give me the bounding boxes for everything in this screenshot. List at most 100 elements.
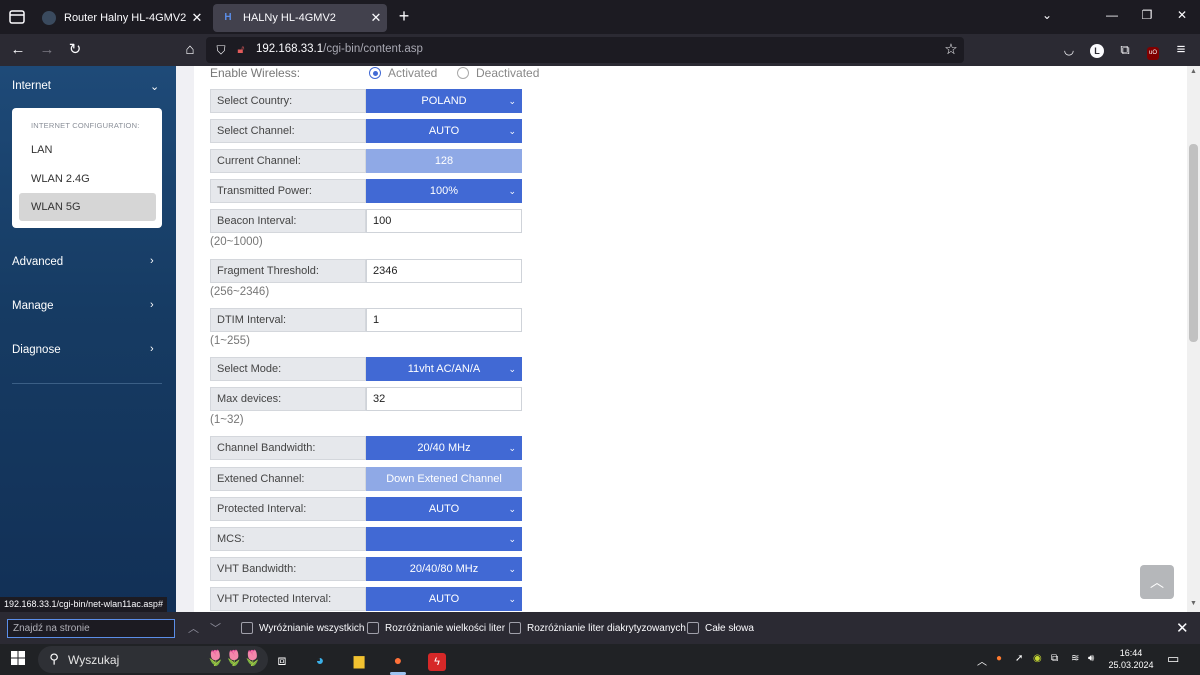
tray-overflow-chevron-up-icon[interactable]: ︿ [977,653,987,668]
reload-icon[interactable]: ↻ [66,41,84,59]
checkbox-icon [509,622,521,634]
mode-select[interactable]: 11vht AC/AN/A ⌄ [366,357,522,381]
activated-radio[interactable] [369,67,381,79]
max-devices-input[interactable]: 32 [366,387,522,411]
tray-app-icon[interactable]: ● [996,653,1002,664]
tray-display-icon[interactable]: ⧉ [1051,653,1058,664]
insecure-lock-icon[interactable]: 🔓︎ [232,41,250,59]
match-case-checkbox[interactable]: Rozróżnianie wielkości liter [367,622,505,634]
channel-bandwidth-select[interactable]: 20/40 MHz ⌄ [366,436,522,460]
transmitted-power-select[interactable]: 100% ⌄ [366,179,522,203]
vht-bandwidth-select[interactable]: 20/40/80 MHz ⌄ [366,557,522,581]
shield-icon[interactable]: ⛉ [212,41,230,59]
mcs-label: MCS: [210,527,366,551]
sidebar-item-diagnose[interactable]: Diagnose [12,344,61,356]
chevron-up-icon: ︿ [1150,574,1164,590]
firefox-icon[interactable]: ● [388,650,408,670]
forward-arrow-icon[interactable]: → [38,41,56,59]
sidebar-item-wlan-2-4g[interactable]: WLAN 2.4G [19,165,156,193]
tray-security-icon[interactable]: ◉ [1033,653,1042,664]
close-window-icon[interactable]: ✕ [1172,8,1192,22]
taskbar-clock[interactable]: 16:44 25.03.2024 [1108,647,1154,671]
close-tab-icon[interactable]: ✕ [186,10,208,26]
browser-tab-halny[interactable]: H HALNy HL-4GMV2 ✕ [213,4,387,32]
restore-icon[interactable]: ❐ [1137,8,1157,22]
page-scrollbar[interactable]: ▲ ▼ [1187,66,1200,612]
find-input[interactable]: Znajdź na stronie [7,619,175,638]
scroll-down-icon[interactable]: ▼ [1189,600,1198,607]
sidebar-item-advanced[interactable]: Advanced [12,256,63,268]
scrollbar-thumb[interactable] [1189,144,1198,342]
app-menu-icon[interactable]: ≡ [1172,41,1190,59]
tray-arrow-icon[interactable]: ➚ [1015,653,1023,664]
bookmark-star-icon[interactable]: ☆ [942,41,960,59]
minimize-icon[interactable]: — [1102,8,1122,22]
home-icon[interactable]: ⌂ [181,41,199,59]
mcs-select[interactable]: ⌄ [366,527,522,551]
chevron-right-icon[interactable]: › [150,255,162,267]
tulips-widget-icon[interactable]: 🌷🌷🌷 [204,649,264,669]
sidebar-item-internet[interactable]: Internet [12,80,51,92]
close-tab-icon[interactable]: ✕ [365,10,387,26]
chevron-down-icon: ⌄ [508,504,516,514]
channel-select[interactable]: AUTO ⌄ [366,119,522,143]
find-in-page-bar: Znajdź na stronie ︿ ﹀ Wyróżnianie wszyst… [0,612,1200,644]
protected-interval-select[interactable]: AUTO ⌄ [366,497,522,521]
wifi-icon[interactable]: ≋ [1071,653,1079,664]
extensions-icon[interactable]: ⧉ [1116,41,1134,59]
sidebar-item-manage[interactable]: Manage [12,300,54,312]
fragment-threshold-input[interactable]: 2346 [366,259,522,283]
file-explorer-icon[interactable]: ▆ [349,650,369,670]
close-find-bar-icon[interactable]: ✕ [1176,619,1189,637]
chevron-down-icon: ⌄ [508,364,516,374]
task-view-icon[interactable]: ⧈ [272,650,292,670]
pocket-icon[interactable]: ◡ [1060,41,1078,59]
transmitted-power-label: Transmitted Power: [210,179,366,203]
site-favicon-icon [42,11,56,25]
find-previous-chevron-up-icon[interactable]: ︿ [188,620,199,636]
volume-icon[interactable]: 🔊︎ [1088,653,1094,664]
channel-bandwidth-label: Channel Bandwidth: [210,436,366,460]
scroll-up-icon[interactable]: ▲ [1189,68,1198,75]
notifications-icon[interactable]: ▭ [1167,651,1179,667]
current-channel-value: 128 [366,149,522,173]
edge-browser-icon[interactable]: ◕ [310,650,330,670]
tab-list-icon[interactable] [8,8,26,26]
red-app-icon[interactable]: ϟ [427,650,447,671]
submenu-header: INTERNET CONFIGURATION: [31,121,140,130]
deactivated-radio[interactable] [457,67,469,79]
activated-radio-label[interactable]: Activated [388,66,437,80]
browser-tab-strip: Router Halny HL-4GMV2: Sieć 5 ✕ H HALNy … [0,0,1200,34]
dtim-interval-input[interactable]: 1 [366,308,522,332]
beacon-interval-input[interactable]: 100 [366,209,522,233]
new-tab-icon[interactable]: + [394,6,414,26]
current-channel-label: Current Channel: [210,149,366,173]
taskbar-search[interactable]: ⚲ Wyszukaj 🌷🌷🌷 [38,646,268,673]
match-diacritics-checkbox[interactable]: Rozróżnianie liter diakrytyzowanych [509,622,686,634]
enable-wireless-label: Enable Wireless: [210,66,301,80]
deactivated-radio-label[interactable]: Deactivated [476,66,539,80]
url-bar[interactable]: ⛉ 🔓︎ 192.168.33.1/cgi-bin/content.asp ☆ [206,37,964,63]
country-select[interactable]: POLAND ⌄ [366,89,522,113]
windows-start-icon[interactable] [8,650,28,670]
sidebar-item-lan[interactable]: LAN [19,136,156,164]
list-all-tabs-chevron-icon[interactable]: ⌄ [1037,8,1057,22]
chevron-right-icon[interactable]: › [150,343,162,355]
windows-taskbar: ⚲ Wyszukaj 🌷🌷🌷 ⧈ ◕ ▆ ● ϟ ︿ ● ➚ ◉ ⧉ ≋ 🔊︎ … [0,644,1200,675]
vht-protected-interval-select[interactable]: AUTO ⌄ [366,587,522,611]
fragment-threshold-label: Fragment Threshold: [210,259,366,283]
taskbar-search-placeholder: Wyszukaj [68,653,120,667]
browser-tab-router[interactable]: Router Halny HL-4GMV2: Sieć 5 ✕ [34,4,208,32]
chevron-right-icon[interactable]: › [150,299,162,311]
sidebar-item-wlan-5g[interactable]: WLAN 5G [19,193,156,221]
back-arrow-icon[interactable]: ← [9,41,27,59]
find-next-chevron-down-icon[interactable]: ﹀ [210,620,221,636]
protected-interval-label: Protected Interval: [210,497,366,521]
chevron-down-icon[interactable]: ⌄ [150,80,162,93]
ublock-icon[interactable]: uO [1144,41,1162,60]
back-to-top-button[interactable]: ︿ [1140,565,1174,599]
whole-words-checkbox[interactable]: Całe słowa [687,622,754,634]
account-avatar-icon[interactable]: L [1088,41,1106,59]
highlight-all-checkbox[interactable]: Wyróżnianie wszystkich [241,622,365,634]
chevron-down-icon: ⌄ [508,443,516,453]
